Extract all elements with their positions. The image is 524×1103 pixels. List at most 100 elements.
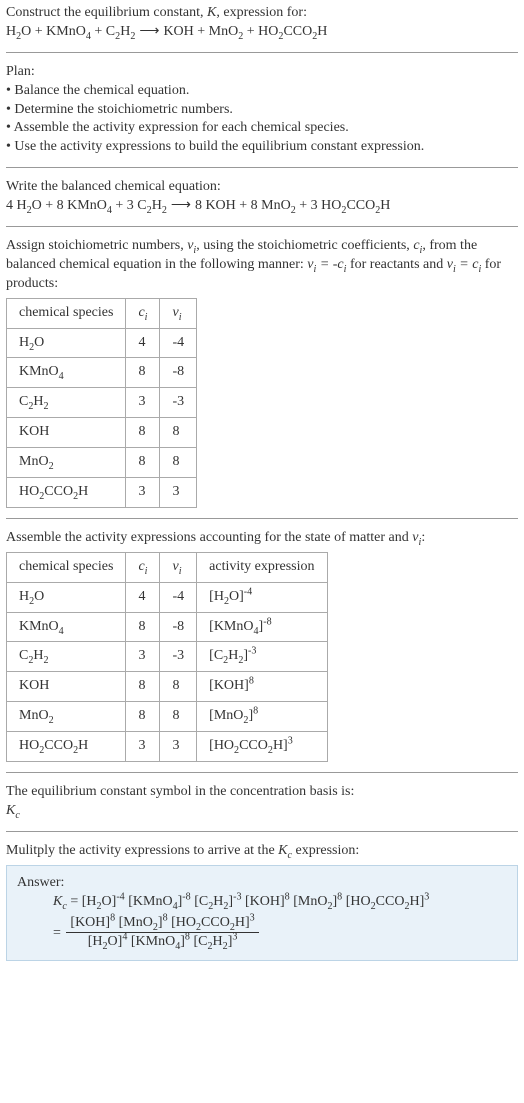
text: , using the stoichiometric coefficients,	[196, 238, 413, 253]
v-cell: 3	[160, 732, 197, 762]
text: Assemble the activity expressions accoun…	[6, 530, 412, 545]
text: :	[421, 530, 425, 545]
multiply-text: Mulitply the activity expressions to arr…	[6, 842, 518, 861]
divider	[6, 167, 518, 168]
species-cell: KMnO4	[7, 358, 126, 388]
plan-item: • Assemble the activity expression for e…	[6, 119, 518, 138]
v-cell: 8	[160, 448, 197, 478]
v-cell: -8	[160, 612, 197, 642]
c-cell: 4	[126, 582, 160, 612]
table-row: HO2CCO2H33[HO2CCO2H]3	[7, 732, 328, 762]
plan-item-text: Determine the stoichiometric numbers.	[14, 102, 233, 117]
title-suffix: , expression for:	[216, 5, 307, 20]
col-species: chemical species	[7, 298, 126, 328]
activity-table: chemical species ci νi activity expressi…	[6, 552, 328, 762]
v-cell: -3	[160, 642, 197, 672]
c-cell: 3	[126, 478, 160, 508]
plan-item: • Use the activity expressions to build …	[6, 138, 518, 157]
answer-label: Answer:	[17, 874, 507, 893]
v-cell: -4	[160, 582, 197, 612]
activity-cell: [KMnO4]-8	[197, 612, 327, 642]
activity-cell: [C2H2]-3	[197, 642, 327, 672]
plan-item: • Determine the stoichiometric numbers.	[6, 101, 518, 120]
table-header-row: chemical species ci νi	[7, 298, 197, 328]
species-cell: KOH	[7, 418, 126, 448]
table-row: HO2CCO2H33	[7, 478, 197, 508]
activity-intro: Assemble the activity expressions accoun…	[6, 529, 518, 548]
v-cell: -3	[160, 388, 197, 418]
table-row: C2H23-3	[7, 388, 197, 418]
c-cell: 8	[126, 612, 160, 642]
plan-item-text: Balance the chemical equation.	[14, 83, 189, 98]
table-row: MnO288[MnO2]8	[7, 702, 328, 732]
table-row: H2O4-4	[7, 328, 197, 358]
species-cell: C2H2	[7, 388, 126, 418]
plan-item-text: Use the activity expressions to build th…	[14, 139, 424, 154]
table-row: C2H23-3[C2H2]-3	[7, 642, 328, 672]
c-cell: 4	[126, 328, 160, 358]
table-row: MnO288	[7, 448, 197, 478]
table-row: KMnO48-8[KMnO4]-8	[7, 612, 328, 642]
plan-item: • Balance the chemical equation.	[6, 82, 518, 101]
divider	[6, 772, 518, 773]
col-vi: νi	[160, 298, 197, 328]
stoich-intro: Assign stoichiometric numbers, νi, using…	[6, 237, 518, 294]
text: for reactants and	[346, 257, 446, 272]
table-header-row: chemical species ci νi activity expressi…	[7, 552, 328, 582]
text: expression:	[292, 843, 359, 858]
c-cell: 8	[126, 418, 160, 448]
text: Mulitply the activity expressions to arr…	[6, 843, 278, 858]
c-cell: 8	[126, 672, 160, 702]
title-prefix: Construct the equilibrium constant,	[6, 5, 207, 20]
text: Assign stoichiometric numbers,	[6, 238, 187, 253]
species-cell: MnO2	[7, 702, 126, 732]
col-ci: ci	[126, 552, 160, 582]
Kc-expression-line2: = [KOH]8 [MnO2]8 [HO2CCO2H]3 [H2O]4 [KMn…	[17, 914, 507, 953]
table-row: KOH88[KOH]8	[7, 672, 328, 702]
activity-cell: [KOH]8	[197, 672, 327, 702]
stoich-table: chemical species ci νi H2O4-4 KMnO48-8 C…	[6, 298, 197, 508]
v-cell: -4	[160, 328, 197, 358]
species-cell: C2H2	[7, 642, 126, 672]
species-cell: KMnO4	[7, 612, 126, 642]
species-cell: MnO2	[7, 448, 126, 478]
numerator: [KOH]8 [MnO2]8 [HO2CCO2H]3	[66, 914, 258, 933]
balanced-heading: Write the balanced chemical equation:	[6, 178, 518, 197]
answer-box: Answer: Kc = [H2O]-4 [KMnO4]-8 [C2H2]-3 …	[6, 865, 518, 962]
plan-heading: Plan:	[6, 63, 518, 82]
col-ci: ci	[126, 298, 160, 328]
activity-cell: [H2O]-4	[197, 582, 327, 612]
c-cell: 3	[126, 388, 160, 418]
activity-cell: [MnO2]8	[197, 702, 327, 732]
species-cell: HO2CCO2H	[7, 732, 126, 762]
Kc-symbol: Kc	[6, 802, 518, 821]
c-cell: 8	[126, 358, 160, 388]
species-cell: H2O	[7, 582, 126, 612]
divider	[6, 518, 518, 519]
v-cell: 8	[160, 702, 197, 732]
table-row: KMnO48-8	[7, 358, 197, 388]
divider	[6, 831, 518, 832]
c-cell: 8	[126, 448, 160, 478]
activity-cell: [HO2CCO2H]3	[197, 732, 327, 762]
table-row: KOH88	[7, 418, 197, 448]
divider	[6, 52, 518, 53]
col-activity: activity expression	[197, 552, 327, 582]
v-cell: 8	[160, 672, 197, 702]
denominator: [H2O]4 [KMnO4]8 [C2H2]3	[66, 932, 258, 952]
c-cell: 3	[126, 732, 160, 762]
fraction: [KOH]8 [MnO2]8 [HO2CCO2H]3 [H2O]4 [KMnO4…	[66, 914, 258, 953]
v-cell: -8	[160, 358, 197, 388]
col-species: chemical species	[7, 552, 126, 582]
divider	[6, 226, 518, 227]
K-symbol: K	[207, 5, 216, 20]
c-cell: 8	[126, 702, 160, 732]
col-vi: νi	[160, 552, 197, 582]
species-cell: KOH	[7, 672, 126, 702]
species-cell: HO2CCO2H	[7, 478, 126, 508]
Kc-expression-line1: Kc = [H2O]-4 [KMnO4]-8 [C2H2]-3 [KOH]8 […	[17, 893, 507, 912]
v-cell: 3	[160, 478, 197, 508]
c-cell: 3	[126, 642, 160, 672]
conc-basis-text: The equilibrium constant symbol in the c…	[6, 783, 518, 802]
balanced-equation: 4 H2O + 8 KMnO4 + 3 C2H2⟶8 KOH + 8 MnO2 …	[6, 197, 518, 216]
